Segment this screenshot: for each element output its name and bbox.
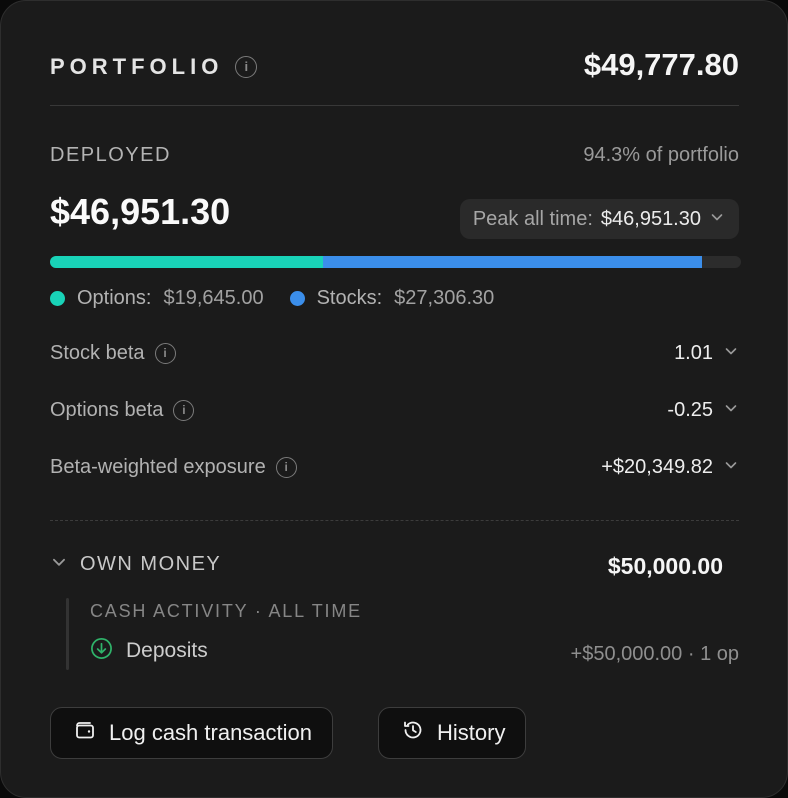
cash-activity-title: CASH ACTIVITY · ALL TIME xyxy=(90,601,362,621)
options-beta-label: Options beta xyxy=(50,399,164,421)
history-label: History xyxy=(437,720,506,745)
allocation-bar-options xyxy=(50,256,323,268)
peak-value: $46,951.30 xyxy=(600,207,701,230)
options-dot xyxy=(50,291,65,306)
options-legend-value: $19,645.00 xyxy=(163,287,264,309)
info-icon[interactable]: i xyxy=(275,457,297,478)
wallet-icon xyxy=(73,718,97,748)
chevron-down-icon xyxy=(50,553,68,576)
portfolio-total: $49,777.80 xyxy=(583,47,739,82)
stocks-dot xyxy=(289,291,305,306)
peak-label: Peak all time: xyxy=(472,207,593,230)
own-money-toggle[interactable]: OWN MONEY xyxy=(50,553,221,576)
log-cash-transaction-label: Log cash transaction xyxy=(109,720,313,745)
allocation-bar-stocks xyxy=(322,256,702,268)
allocation-bar xyxy=(50,256,741,268)
info-icon[interactable]: i xyxy=(235,56,258,78)
chevron-down-icon xyxy=(723,456,739,479)
stock-beta-label-row: Stock beta i xyxy=(50,342,176,365)
beta-weighted-exposure-label: Beta-weighted exposure xyxy=(50,456,266,478)
peak-all-time-dropdown[interactable]: Peak all time: $46,951.30 xyxy=(459,199,739,239)
beta-weighted-exposure-value: +$20,349.82 xyxy=(601,456,713,478)
history-icon xyxy=(401,718,425,748)
portfolio-title: PORTFOLIO xyxy=(50,54,224,79)
stock-beta-value: 1.01 xyxy=(674,342,713,364)
chevron-down-icon xyxy=(723,399,739,422)
deployed-percent: 94.3% of portfolio xyxy=(583,144,739,166)
options-beta-dropdown[interactable]: -0.25 xyxy=(667,399,739,422)
portfolio-header: PORTFOLIO i xyxy=(50,54,258,80)
history-button[interactable]: History xyxy=(378,707,527,759)
chevron-down-icon xyxy=(709,208,725,231)
chevron-down-icon xyxy=(723,342,739,365)
deposits-label: Deposits xyxy=(126,639,208,662)
deposits-meta: +$50,000.00 · 1 op xyxy=(570,643,739,665)
options-legend-label: Options: xyxy=(77,287,152,309)
stocks-legend-value: $27,306.30 xyxy=(394,287,495,309)
info-icon[interactable]: i xyxy=(173,400,195,421)
deployed-label: DEPLOYED xyxy=(50,144,171,166)
own-money-value: $50,000.00 xyxy=(607,553,723,579)
portfolio-card: PORTFOLIO i $49,777.80 DEPLOYED 94.3% of… xyxy=(0,0,788,798)
cash-activity-rail xyxy=(66,598,69,670)
options-beta-label-row: Options beta i xyxy=(50,399,195,422)
header-divider xyxy=(50,105,739,106)
stocks-legend-label: Stocks: xyxy=(316,287,383,309)
beta-weighted-exposure-label-row: Beta-weighted exposure i xyxy=(50,456,297,479)
stock-beta-label: Stock beta xyxy=(50,342,145,364)
beta-weighted-exposure-dropdown[interactable]: +$20,349.82 xyxy=(601,456,739,479)
log-cash-transaction-button[interactable]: Log cash transaction xyxy=(50,707,334,759)
stock-beta-dropdown[interactable]: 1.01 xyxy=(674,342,739,365)
section-divider xyxy=(50,520,739,521)
options-beta-value: -0.25 xyxy=(667,399,713,421)
own-money-label: OWN MONEY xyxy=(80,553,222,575)
info-icon[interactable]: i xyxy=(154,343,176,364)
allocation-legend: Options: $19,645.00 Stocks: $27,306.30 xyxy=(50,287,494,310)
deployed-amount: $46,951.30 xyxy=(50,191,231,232)
arrow-down-circle-icon xyxy=(90,637,113,665)
deposits-row: Deposits xyxy=(90,637,208,665)
